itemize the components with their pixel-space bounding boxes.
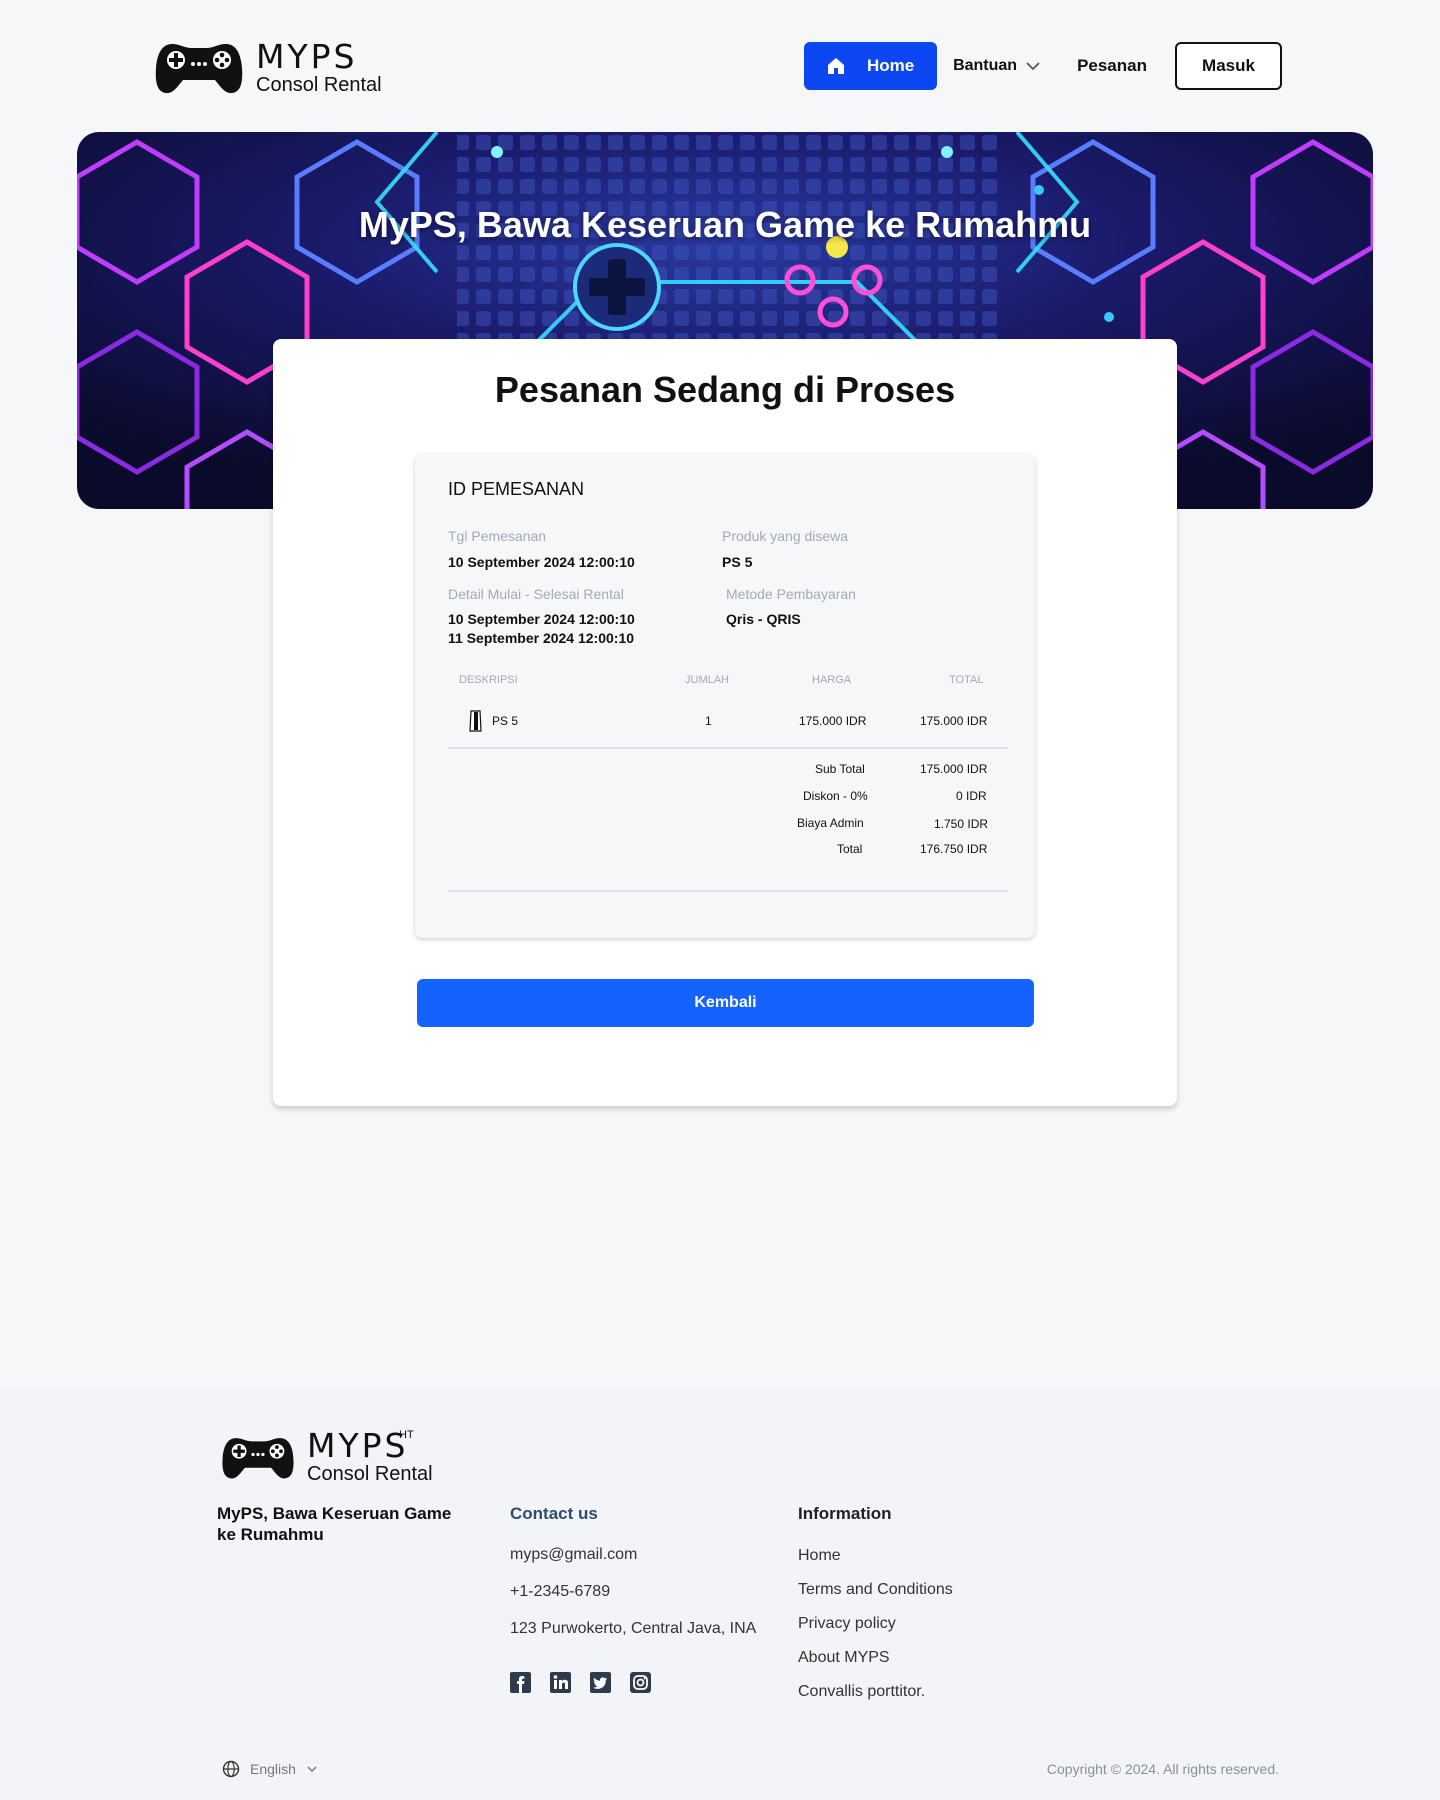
discount-value: 0 IDR: [956, 789, 987, 803]
nav-home-button[interactable]: Home: [804, 42, 938, 90]
page-title: Pesanan Sedang di Proses: [494, 369, 956, 410]
footer: MYPS Consol Rental HT MyPS, Bawa Keserua…: [0, 1387, 1440, 1800]
column-header-price: HARGA: [812, 674, 852, 686]
product-label: Produk yang disewa: [722, 528, 849, 544]
nav-pesanan-link[interactable]: Pesanan: [1077, 56, 1147, 76]
social-links: [510, 1672, 651, 1693]
order-detail-panel: ID PEMESANAN Tgl Pemesanan 10 September …: [415, 453, 1035, 938]
footer-link-convallis[interactable]: Convallis porttitor.: [798, 1683, 925, 1701]
home-icon: [827, 58, 844, 74]
footer-link-about[interactable]: About MYPS: [798, 1649, 890, 1667]
linkedin-icon[interactable]: [550, 1672, 571, 1693]
rental-end-value: 11 September 2024 12:00:10: [448, 630, 635, 646]
admin-fee-label: Biaya Admin: [797, 816, 864, 830]
grand-total-value: 176.750 IDR: [920, 842, 988, 856]
item-total: 175.000 IDR: [920, 714, 988, 728]
contact-address: 123 Purwokerto, Central Java, INA: [510, 1620, 757, 1637]
product-value: PS 5: [722, 554, 753, 570]
grand-total-label: Total: [837, 842, 863, 856]
payment-method-label: Metode Pembayaran: [726, 586, 856, 602]
facebook-icon[interactable]: [510, 1672, 531, 1693]
chevron-down-icon: [307, 1766, 317, 1773]
contact-heading: Contact us: [510, 1504, 598, 1523]
footer-link-terms[interactable]: Terms and Conditions: [798, 1581, 953, 1599]
footer-link-privacy[interactable]: Privacy policy: [798, 1615, 896, 1633]
admin-fee-value: 1.750 IDR: [934, 817, 989, 831]
subtotal-value: 175.000 IDR: [920, 762, 988, 776]
order-status-card: Pesanan Sedang di Proses ID PEMESANAN Tg…: [273, 339, 1177, 1106]
gamepad-icon: [222, 1437, 294, 1478]
contact-email[interactable]: myps@gmail.com: [510, 1546, 637, 1564]
brand-logo[interactable]: MYPS Consol Rental: [154, 38, 382, 96]
payment-method-value: Qris - QRIS: [726, 611, 801, 627]
chevron-down-icon: [1026, 62, 1040, 71]
nav-bantuan-label: Bantuan: [953, 57, 1018, 74]
copyright-text: Copyright © 2024. All rights reserved.: [1046, 1761, 1279, 1777]
back-button[interactable]: Kembali: [417, 979, 1034, 1027]
footer-brand-mark: HT: [399, 1429, 414, 1441]
nav-home-label: Home: [866, 56, 915, 75]
hero-title: MyPS, Bawa Keseruan Game ke Rumahmu: [358, 204, 1092, 245]
gamepad-icon: [155, 44, 243, 94]
twitter-icon[interactable]: [590, 1672, 611, 1693]
nav-bantuan-dropdown[interactable]: Bantuan: [953, 57, 1041, 75]
column-header-quantity: JUMLAH: [685, 674, 730, 686]
footer-link-home[interactable]: Home: [798, 1547, 841, 1565]
language-selector[interactable]: English: [222, 1760, 318, 1778]
contact-phone[interactable]: +1-2345-6789: [510, 1583, 610, 1601]
rental-period-label: Detail Mulai - Selesai Rental: [448, 586, 624, 602]
information-heading: Information: [798, 1504, 892, 1523]
footer-brand-subtitle: Consol Rental: [307, 1463, 433, 1485]
brand-name: MYPS: [256, 36, 358, 76]
subtotal-label: Sub Total: [815, 762, 865, 776]
main-nav: Home Bantuan Pesanan Masuk: [804, 42, 1282, 90]
globe-icon: [222, 1760, 240, 1778]
order-id-label: ID PEMESANAN: [448, 479, 585, 499]
order-date-label: Tgl Pemesanan: [448, 528, 547, 544]
column-header-total: TOTAL: [949, 674, 984, 686]
language-label: English: [250, 1761, 296, 1777]
item-quantity: 1: [705, 714, 712, 728]
divider: [448, 890, 1008, 892]
divider: [448, 747, 1008, 749]
rental-start-value: 10 September 2024 12:00:10: [448, 611, 635, 627]
login-button[interactable]: Masuk: [1175, 42, 1282, 90]
item-price: 175.000 IDR: [799, 714, 867, 728]
instagram-icon[interactable]: [630, 1672, 651, 1693]
column-header-description: DESKRIPSI: [459, 674, 518, 686]
discount-label: Diskon - 0%: [803, 789, 868, 803]
ps5-console-icon: [469, 710, 482, 732]
item-name: PS 5: [492, 714, 519, 728]
header: MYPS Consol Rental Home Bantuan Pesanan …: [0, 0, 1440, 132]
order-date-value: 10 September 2024 12:00:10: [448, 554, 635, 570]
brand-subtitle: Consol Rental: [256, 73, 382, 96]
footer-tagline: MyPS, Bawa Keseruan Game ke Rumahmu: [217, 1504, 452, 1544]
